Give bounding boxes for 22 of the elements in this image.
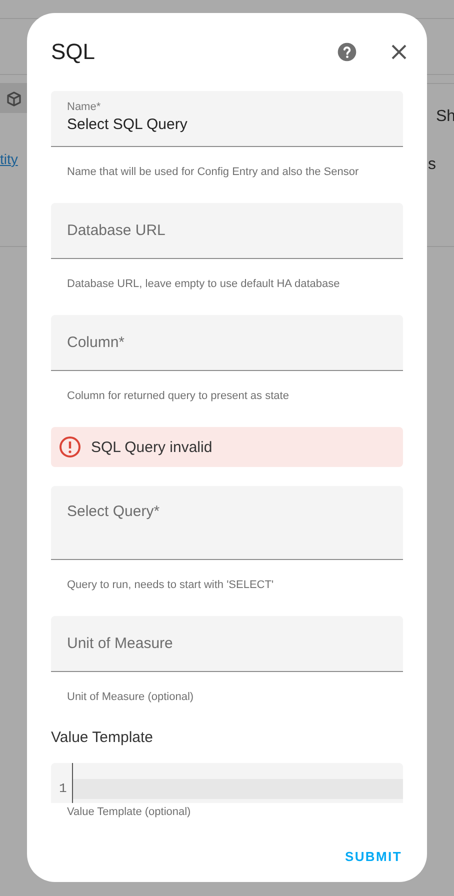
helper-text: Column for returned query to present as state bbox=[66, 389, 290, 404]
section-label: Value Template bbox=[51, 729, 154, 747]
cube-icon bbox=[6, 90, 22, 106]
input-field[interactable]: Unit of Measure bbox=[51, 616, 403, 672]
help-icon[interactable] bbox=[335, 40, 359, 64]
helper-text: Query to run, needs to start with 'SELECT' bbox=[66, 578, 275, 593]
dialog-title: SQL bbox=[51, 39, 96, 65]
entity-link[interactable]: tity bbox=[0, 151, 27, 167]
helper-text: Unit of Measure (optional) bbox=[66, 690, 195, 705]
input-field[interactable]: Column* bbox=[51, 315, 403, 371]
helper-text: Database URL, leave empty to use default HA database bbox=[66, 277, 341, 292]
text-area[interactable]: Select Query* bbox=[51, 486, 403, 560]
input-field[interactable]: Database URL bbox=[51, 203, 403, 259]
code-editor[interactable]: 1 bbox=[51, 763, 403, 803]
page-text: s bbox=[428, 156, 437, 174]
error-message: SQL Query invalid bbox=[91, 438, 212, 456]
helper-text: Name that will be used for Config Entry and also the Sensor bbox=[66, 165, 360, 180]
input-field[interactable]: Name* Select SQL Query bbox=[51, 91, 403, 147]
error-icon bbox=[59, 436, 81, 458]
line-number: 1 bbox=[58, 780, 68, 798]
helper-text: Value Template (optional) bbox=[66, 805, 192, 818]
submit-button[interactable]: SUBMIT bbox=[344, 849, 402, 864]
